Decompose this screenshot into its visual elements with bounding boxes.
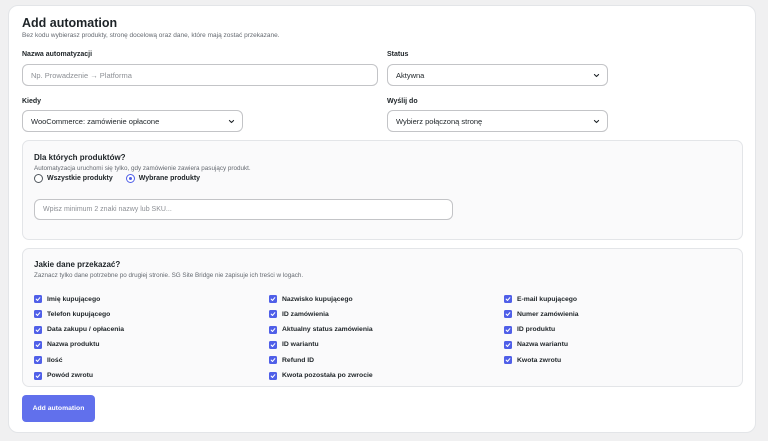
data-field-checkbox[interactable]: Numer zamówienia <box>504 310 579 319</box>
radio-selected-products-label: Wybrane produkty <box>138 175 201 182</box>
data-field-checkbox[interactable]: E-mail kupującego <box>504 295 577 303</box>
data-field-checkbox[interactable]: Imię kupującego <box>34 295 100 303</box>
page-title: Add automation <box>22 16 118 30</box>
data-field-label: Powód zwrotu <box>47 372 94 379</box>
checkmark-icon[interactable] <box>34 295 42 303</box>
data-field-checkbox[interactable]: Kwota pozostała po zwrocie <box>269 371 373 380</box>
data-field-checkbox[interactable]: Telefon kupującego <box>34 310 111 319</box>
checkmark-icon[interactable] <box>269 310 277 319</box>
data-field-checkbox[interactable]: Data zakupu / opłacenia <box>34 325 125 334</box>
chevron-down-icon <box>593 119 600 124</box>
data-field-checkbox[interactable]: Aktualny status zamówienia <box>269 325 373 334</box>
data-field-label: Imię kupującego <box>47 295 101 303</box>
status-label: Status <box>387 51 409 58</box>
when-label: Kiedy <box>22 98 42 105</box>
product-search-input[interactable]: Wpisz minimum 2 znaki nazwy lub SKU... <box>34 199 453 220</box>
data-field-checkbox[interactable]: Refund ID <box>269 356 315 365</box>
target-site-select[interactable]: Wybierz połączoną stronę <box>387 110 608 132</box>
product-scope-radios: Wszystkie produkty Wybrane produkty <box>34 174 200 183</box>
send-to-label: Wyślij do <box>387 98 418 105</box>
add-automation-button[interactable]: Add automation <box>22 395 95 422</box>
product-search-placeholder: Wpisz minimum 2 znaki nazwy lub SKU... <box>43 206 172 213</box>
data-field-label: Data zakupu / opłacenia <box>47 326 125 334</box>
data-field-checkbox[interactable]: Powód zwrotu <box>34 371 94 380</box>
checkmark-icon[interactable] <box>269 325 277 334</box>
data-field-label: Kwota zwrotu <box>517 356 562 364</box>
checkmark-icon[interactable] <box>504 295 512 303</box>
data-field-checkbox[interactable]: Nazwisko kupującego <box>269 295 353 303</box>
data-section-title: Jakie dane przekazać? <box>34 260 121 269</box>
checkmark-icon[interactable] <box>34 325 42 334</box>
data-field-label: Nazwa produktu <box>47 341 100 349</box>
data-field-checkbox[interactable]: Nazwa produktu <box>34 340 100 349</box>
checkmark-icon[interactable] <box>504 325 512 334</box>
chevron-down-icon <box>593 73 600 78</box>
products-section-title: Dla których produktów? <box>34 153 126 162</box>
data-field-label: Aktualny status zamówienia <box>282 326 373 334</box>
trigger-value: WooCommerce: zamówienie opłacone <box>31 116 160 126</box>
data-field-label: Refund ID <box>282 356 315 364</box>
data-field-label: E-mail kupującego <box>517 295 578 303</box>
checkmark-icon[interactable] <box>269 295 277 303</box>
checkmark-icon[interactable] <box>34 371 42 380</box>
data-field-label: Kwota pozostała po zwrocie <box>282 372 373 379</box>
checkmark-icon[interactable] <box>269 356 277 365</box>
status-select[interactable]: Aktywna <box>387 64 608 86</box>
data-section: Jakie dane przekazać? Zaznacz tylko dane… <box>22 248 743 387</box>
target-site-value: Wybierz połączoną stronę <box>396 116 483 126</box>
checkmark-icon[interactable] <box>34 310 42 319</box>
data-field-checkbox[interactable]: Nazwa wariantu <box>504 340 568 349</box>
checkmark-icon[interactable] <box>269 340 277 349</box>
radio-selected-products[interactable] <box>125 174 135 183</box>
status-value: Aktywna <box>396 70 425 80</box>
radio-all-products-label: Wszystkie produkty <box>47 175 113 182</box>
data-field-label: ID produktu <box>517 326 556 334</box>
checkmark-icon[interactable] <box>504 310 512 319</box>
data-section-subtitle: Zaznacz tylko dane potrzebne po drugiej … <box>34 272 304 279</box>
add-automation-card: Add automation Bez kodu wybierasz produk… <box>8 5 756 433</box>
checkmark-icon[interactable] <box>34 356 42 365</box>
automation-name-placeholder: Np. Prowadzenie → Platforma <box>31 70 132 80</box>
products-section-subtitle: Automatyzacja uruchomi się tylko, gdy za… <box>34 165 251 172</box>
checkmark-icon[interactable] <box>34 340 42 349</box>
page-subtitle: Bez kodu wybierasz produkty, stronę doce… <box>22 32 280 39</box>
data-field-label: Telefon kupującego <box>47 310 111 318</box>
data-field-label: Numer zamówienia <box>517 310 579 318</box>
data-field-checkbox[interactable]: ID zamówienia <box>269 310 329 319</box>
data-field-checkbox[interactable]: ID produktu <box>504 325 556 334</box>
chevron-down-icon <box>228 119 235 124</box>
checkmark-icon[interactable] <box>504 340 512 349</box>
checkmark-icon[interactable] <box>504 356 512 365</box>
data-field-checkbox[interactable]: Kwota zwrotu <box>504 356 562 365</box>
automation-name-input[interactable]: Np. Prowadzenie → Platforma <box>22 64 378 86</box>
data-field-label: ID wariantu <box>282 341 319 349</box>
data-field-checkbox[interactable]: Ilość <box>34 356 63 365</box>
name-label: Nazwa automatyzacji <box>22 51 93 58</box>
trigger-select[interactable]: WooCommerce: zamówienie opłacone <box>22 110 243 132</box>
data-field-checkbox[interactable]: ID wariantu <box>269 340 319 349</box>
data-field-label: Nazwisko kupującego <box>282 295 353 303</box>
data-field-label: ID zamówienia <box>282 310 329 318</box>
data-field-label: Ilość <box>47 356 63 364</box>
data-field-label: Nazwa wariantu <box>517 341 568 349</box>
radio-all-products[interactable] <box>34 174 43 183</box>
checkmark-icon[interactable] <box>269 371 277 380</box>
products-section: Dla których produktów? Automatyzacja uru… <box>22 140 743 240</box>
